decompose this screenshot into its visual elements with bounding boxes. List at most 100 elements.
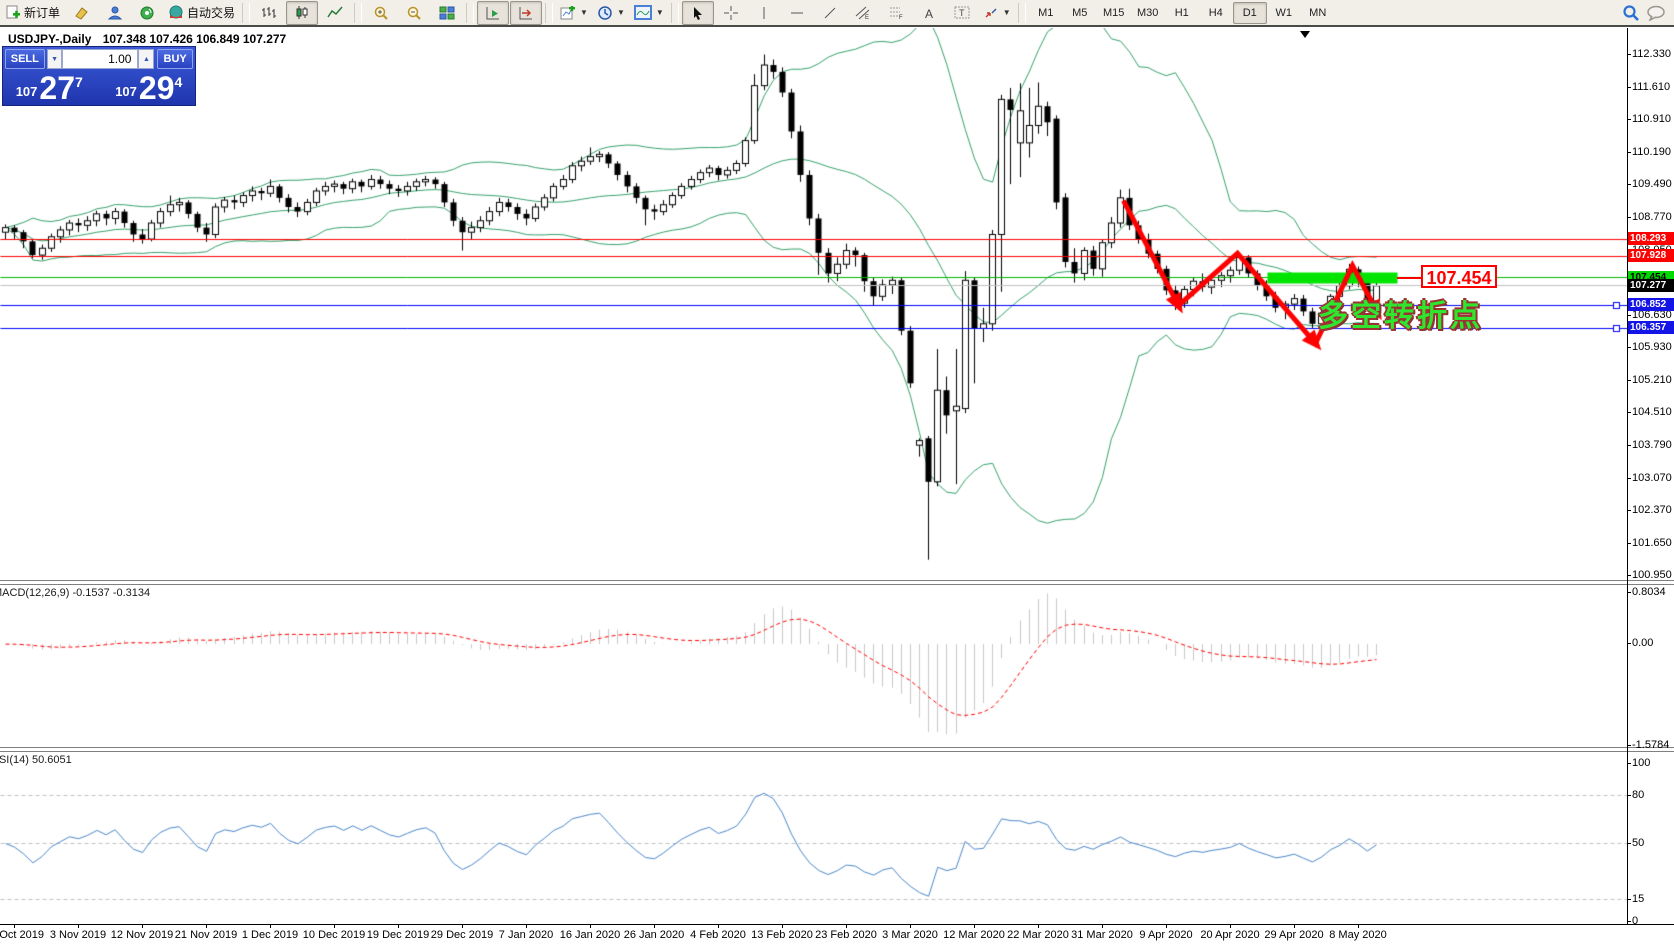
date-tick-mark (974, 925, 975, 928)
rsi-tick-label: 100 (1632, 757, 1650, 769)
zoom-out-button[interactable] (398, 1, 430, 25)
new-order-icon (6, 5, 21, 20)
date-label: 29 Apr 2020 (1264, 929, 1323, 941)
timeframe-w1-button[interactable]: W1 (1267, 2, 1301, 24)
market-button[interactable] (98, 1, 130, 25)
price-tick-label: 112.330 (1632, 48, 1671, 60)
auto-scroll-button[interactable] (477, 1, 509, 25)
timeframe-m5-button[interactable]: M5 (1063, 2, 1097, 24)
date-label: 13 Feb 2020 (751, 929, 813, 941)
timeframe-h4-button[interactable]: H4 (1199, 2, 1233, 24)
chevron-down-icon: ▼ (617, 8, 625, 17)
zoom-in-button[interactable] (365, 1, 397, 25)
axis-tick-mark (1627, 184, 1631, 185)
axis-tick-mark (1627, 575, 1631, 576)
price-tick-label: 103.070 (1632, 472, 1672, 484)
axis-tick-mark (1627, 380, 1631, 381)
rsi-tick-label: 50 (1632, 837, 1644, 849)
chevron-down-icon: ▼ (580, 8, 588, 17)
buy-price-display[interactable]: 107 29 4 (104, 71, 195, 104)
pane-separator[interactable] (0, 747, 1674, 752)
auto-trading-button[interactable]: 自动交易 (164, 1, 239, 25)
price-callout-label[interactable]: 107.454 (1421, 265, 1497, 288)
horizontal-line-button[interactable] (781, 1, 813, 25)
timeframe-mn-button[interactable]: MN (1301, 2, 1335, 24)
timeframe-m30-button[interactable]: M30 (1131, 2, 1165, 24)
arrows-icon (983, 6, 999, 20)
axis-tick-mark (1627, 119, 1631, 120)
bar-chart-button[interactable] (253, 1, 285, 25)
date-label: 12 Nov 2019 (111, 929, 173, 941)
text-label-icon: T (954, 5, 970, 20)
timeframe-m1-button[interactable]: M1 (1029, 2, 1063, 24)
candlestick-chart-icon (294, 5, 310, 20)
cursor-button[interactable] (682, 1, 714, 25)
date-tick-mark (398, 925, 399, 928)
metaeditor-icon (73, 6, 89, 20)
date-tick-mark (1102, 925, 1103, 928)
price-tick-label: 110.190 (1632, 146, 1671, 158)
buy-button[interactable]: BUY (157, 49, 193, 69)
new-chart-button[interactable]: ▼ (556, 1, 592, 25)
chart-shift-icon (518, 6, 534, 20)
timeframe-h1-button[interactable]: H1 (1165, 2, 1199, 24)
arrows-button[interactable]: ▼ (979, 1, 1015, 25)
tile-windows-button[interactable] (431, 1, 463, 25)
rsi-indicator-pane[interactable] (0, 751, 1627, 924)
volume-increase-button[interactable]: ▲ (138, 49, 154, 69)
sell-price-display[interactable]: 107 27 7 (4, 71, 95, 104)
line-chart-button[interactable] (319, 1, 351, 25)
mt4-window: 新订单 自动交易 ▼ ▼ ▼ E F A T ▼ M (0, 0, 1674, 949)
date-label: 7 Jan 2020 (499, 929, 553, 941)
volume-input[interactable] (62, 49, 138, 69)
signals-button[interactable] (131, 1, 163, 25)
trendline-button[interactable] (814, 1, 846, 25)
price-tick-label: 105.930 (1632, 341, 1672, 353)
chart-shift-button[interactable] (510, 1, 542, 25)
signals-icon (139, 5, 155, 20)
pane-separator[interactable] (0, 580, 1674, 585)
new-order-button[interactable]: 新订单 (2, 1, 64, 25)
auto-trading-icon (168, 5, 184, 20)
horizontal-line-icon (789, 6, 805, 20)
channel-button[interactable]: E (847, 1, 879, 25)
date-label: 4 Feb 2020 (690, 929, 746, 941)
svg-text:E: E (865, 15, 869, 20)
profiles-button[interactable]: ▼ (593, 1, 629, 25)
text-button[interactable]: A (913, 1, 945, 25)
date-tick-mark (846, 925, 847, 928)
text-label-button[interactable]: T (946, 1, 978, 25)
date-label: 3 Mar 2020 (882, 929, 938, 941)
annotation-note-text[interactable]: 多空转折点 (1318, 291, 1483, 335)
chart-shift-marker-icon[interactable] (1300, 31, 1310, 38)
date-tick-mark (654, 925, 655, 928)
macd-indicator-pane[interactable] (0, 584, 1627, 747)
sell-button[interactable]: SELL (5, 49, 45, 69)
date-tick-mark (718, 925, 719, 928)
templates-button[interactable]: ▼ (630, 1, 668, 25)
date-tick-mark (590, 925, 591, 928)
date-label: 3 Nov 2019 (50, 929, 106, 941)
axis-tick-mark (1627, 795, 1631, 796)
vertical-line-button[interactable] (748, 1, 780, 25)
crosshair-button[interactable] (715, 1, 747, 25)
price-axis[interactable]: 112.330111.610110.910110.190109.490108.7… (1628, 0, 1674, 949)
auto-trading-label: 自动交易 (187, 4, 235, 21)
text-icon: A (923, 6, 935, 20)
price-tick-label: 110.910 (1632, 113, 1671, 125)
toolbar-separator (671, 3, 679, 23)
volume-decrease-button[interactable]: ▼ (47, 49, 63, 69)
date-label: 12 Mar 2020 (943, 929, 1005, 941)
toolbar-separator (354, 3, 362, 23)
timeframe-m15-button[interactable]: M15 (1097, 2, 1131, 24)
fibonacci-button[interactable]: F (880, 1, 912, 25)
timeframe-d1-button[interactable]: D1 (1233, 2, 1267, 24)
vertical-line-icon (759, 6, 769, 20)
date-label: 10 Dec 2019 (303, 929, 365, 941)
line-chart-icon (327, 5, 343, 20)
price-tick-label: 108.770 (1632, 211, 1672, 223)
candlestick-chart-button[interactable] (286, 1, 318, 25)
rsi-tick-label: 15 (1632, 893, 1644, 905)
new-chart-icon (560, 6, 576, 20)
metaeditor-button[interactable] (65, 1, 97, 25)
